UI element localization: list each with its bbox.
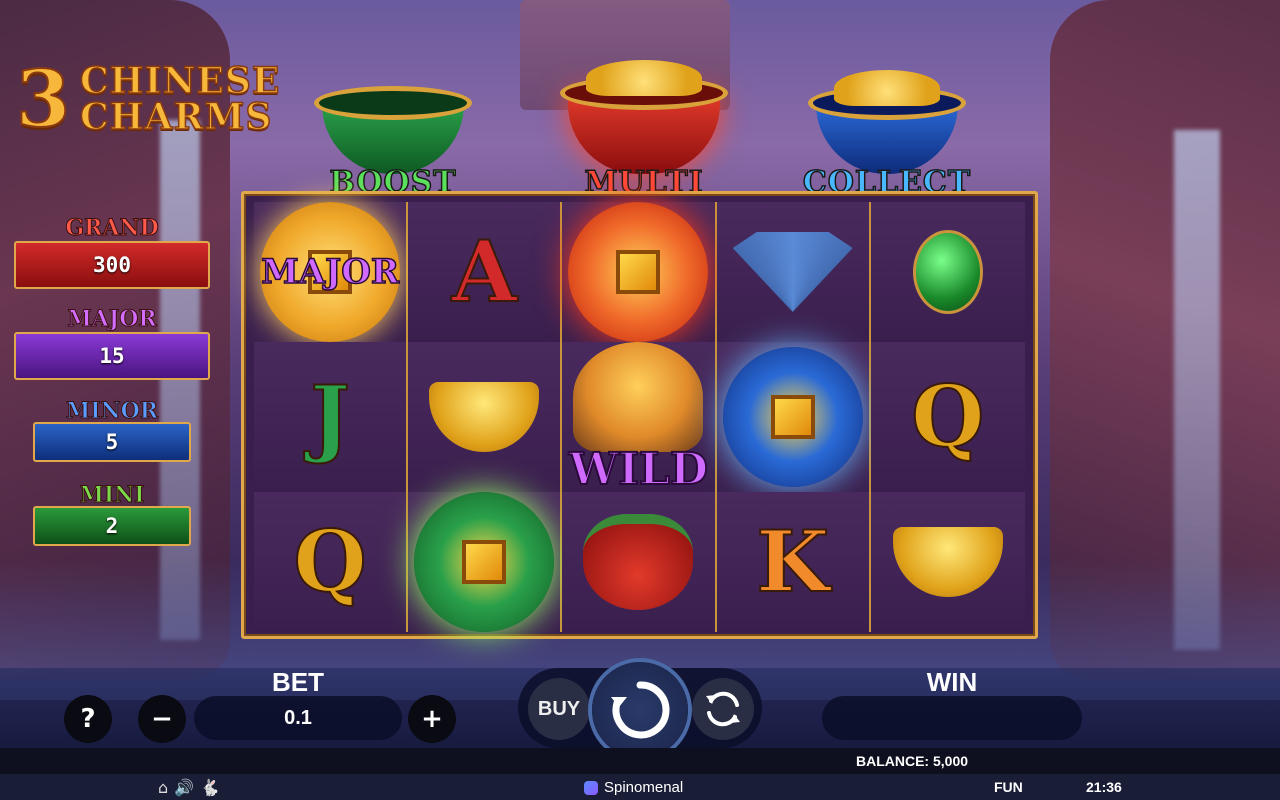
- footer-icons: ⌂ 🔊 🐇: [158, 778, 220, 797]
- reel-cell: [716, 342, 871, 492]
- reel-cell: [408, 492, 563, 632]
- turbo-icon[interactable]: 🐇: [200, 778, 220, 797]
- buy-feature-button[interactable]: BUY: [528, 678, 590, 740]
- win-label: WIN: [926, 667, 978, 697]
- reel-cell: [716, 202, 871, 342]
- fan-symbol: [732, 232, 853, 312]
- jackpot-grand: GRAND 300: [14, 215, 210, 289]
- jackpot-minor: MINOR 5: [33, 398, 191, 462]
- logo-word-1: CHINESE: [79, 60, 281, 102]
- major-coin-symbol: MAJOR: [260, 202, 401, 342]
- help-icon: ?: [80, 704, 96, 734]
- jackpot-minor-value: 5: [33, 422, 191, 462]
- reel-cell: J: [254, 342, 409, 492]
- jackpot-major-label: MAJOR: [67, 306, 157, 333]
- jackpot-minor-label: MINOR: [65, 398, 159, 425]
- multi-pot: MULTI: [546, 60, 742, 200]
- jackpot-major-value: 15: [14, 332, 210, 380]
- jackpot-mini: MINI 2: [33, 482, 191, 546]
- lantern-symbol: [912, 230, 983, 314]
- reel-cell: A: [408, 202, 563, 342]
- provider-brand: Spinomenal: [584, 779, 683, 796]
- jackpot-mini-value: 2: [33, 506, 191, 546]
- decrease-bet-button[interactable]: −: [138, 695, 186, 743]
- pot-coins: [586, 60, 702, 96]
- increase-bet-button[interactable]: +: [408, 695, 456, 743]
- reel-cell: [562, 492, 717, 632]
- minus-icon: −: [151, 704, 173, 734]
- boost-pot: BOOST: [300, 82, 486, 200]
- wild-caption: WILD: [568, 444, 709, 495]
- j-symbol: J: [309, 367, 351, 466]
- spin-button[interactable]: [592, 662, 688, 758]
- reel-cell: [562, 202, 717, 342]
- spin-icon: [611, 681, 670, 739]
- home-icon[interactable]: ⌂: [158, 778, 168, 797]
- reel-cell: WILD: [562, 342, 717, 495]
- money-tree-icon: [573, 342, 704, 452]
- blue-coin-symbol: [722, 347, 863, 487]
- reel-cell: [408, 342, 563, 492]
- lucky-bag-symbol: [583, 514, 694, 610]
- reel-cell: Q: [870, 342, 1025, 492]
- reel-cell: [870, 492, 1025, 632]
- win-value: [822, 696, 1082, 740]
- q-symbol: Q: [292, 512, 367, 611]
- play-mode: FUN: [994, 779, 1023, 795]
- plus-icon: +: [421, 704, 443, 734]
- k-symbol: K: [755, 512, 830, 611]
- balance-readout: BALANCE: 5,000: [855, 753, 969, 769]
- gold-ingot-symbol: [429, 382, 540, 452]
- q-symbol: Q: [910, 367, 985, 466]
- status-bar: [0, 748, 1280, 774]
- green-coin-symbol: [414, 492, 555, 632]
- jackpot-grand-value: 300: [14, 241, 210, 289]
- clock: 21:36: [1086, 779, 1122, 795]
- wild-symbol: WILD: [563, 342, 713, 495]
- red-coin-symbol: [568, 202, 709, 342]
- autoplay-icon: [706, 691, 740, 727]
- reel-cell: [870, 202, 1025, 342]
- collect-pot: COLLECT: [794, 70, 980, 200]
- reel-frame: MAJOR A J WILD Q Q K: [241, 191, 1038, 639]
- a-symbol: A: [451, 222, 518, 321]
- jackpot-grand-label: GRAND: [65, 215, 159, 242]
- reel-grid: MAJOR A J WILD Q Q K: [254, 202, 1025, 632]
- reel-cell: K: [716, 492, 871, 632]
- sound-icon[interactable]: 🔊: [174, 778, 194, 797]
- coin-caption: MAJOR: [260, 252, 400, 292]
- game-logo: 3 CHINESE CHARMS: [15, 54, 280, 145]
- bet-value: 0.1: [194, 696, 402, 740]
- jackpot-mini-label: MINI: [79, 482, 145, 509]
- bet-label: BET: [272, 667, 324, 697]
- help-button[interactable]: ?: [64, 695, 112, 743]
- brand-logo-icon: [584, 780, 598, 795]
- jackpot-major: MAJOR 15: [14, 306, 210, 380]
- logo-word-2: CHARMS: [79, 96, 273, 138]
- pot-coins: [834, 70, 940, 106]
- gold-ingot-symbol: [892, 527, 1003, 597]
- reel-cell: Q: [254, 492, 409, 632]
- logo-number: 3: [15, 54, 71, 145]
- autoplay-button[interactable]: [692, 678, 754, 740]
- reel-cell: MAJOR: [254, 202, 409, 342]
- brand-name: Spinomenal: [604, 779, 684, 796]
